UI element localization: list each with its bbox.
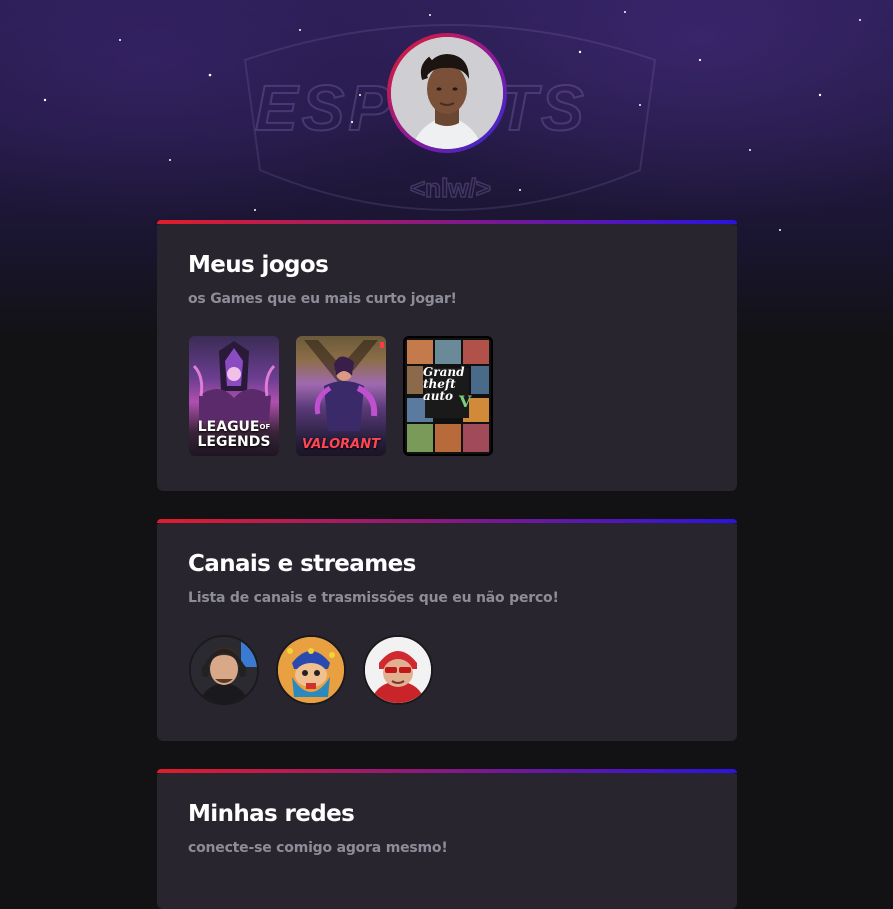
profile-photo-icon — [391, 37, 503, 149]
section-title: Minhas redes — [188, 801, 355, 827]
section-title: Meus jogos — [188, 252, 329, 278]
game-card-valorant[interactable]: VALORANT — [296, 336, 386, 456]
nlw-logo-text: <nlw/> — [410, 173, 491, 203]
streamer-avatar-1-icon — [191, 637, 257, 703]
game-card-league-of-legends[interactable]: LEAGUEOF LEGENDS — [189, 336, 279, 456]
game-caption: LEAGUE — [197, 419, 260, 435]
games-section: Meus jogos os Games que eu mais curto jo… — [157, 220, 737, 491]
profile-avatar-ring — [387, 33, 507, 153]
section-title: Canais e streames — [188, 551, 416, 577]
streamers-list — [189, 635, 433, 705]
streamer-avatar-3[interactable] — [363, 635, 433, 705]
streamer-avatar-2-icon — [278, 637, 344, 703]
game-card-gta-v[interactable]: Grand theft auto V — [403, 336, 493, 456]
gta-v-badge: V — [459, 392, 472, 411]
social-section: Minhas redes conecte-se comigo agora mes… — [157, 769, 737, 909]
game-caption: VALORANT — [302, 437, 380, 452]
channels-section: Canais e streames Lista de canais e tras… — [157, 519, 737, 741]
game-caption: LEGENDS — [197, 434, 271, 450]
game-caption: OF — [259, 423, 271, 431]
section-subtitle: os Games que eu mais curto jogar! — [188, 291, 457, 307]
streamer-avatar-3-icon — [365, 637, 431, 703]
section-subtitle: conecte-se comigo agora mesmo! — [188, 840, 448, 856]
profile-avatar — [391, 37, 503, 149]
streamer-avatar-2[interactable] — [276, 635, 346, 705]
games-list: LEAGUEOF LEGENDS VALORANT Grand theft au… — [189, 336, 493, 456]
section-subtitle: Lista de canais e trasmissões que eu não… — [188, 590, 559, 606]
streamer-avatar-1[interactable] — [189, 635, 259, 705]
